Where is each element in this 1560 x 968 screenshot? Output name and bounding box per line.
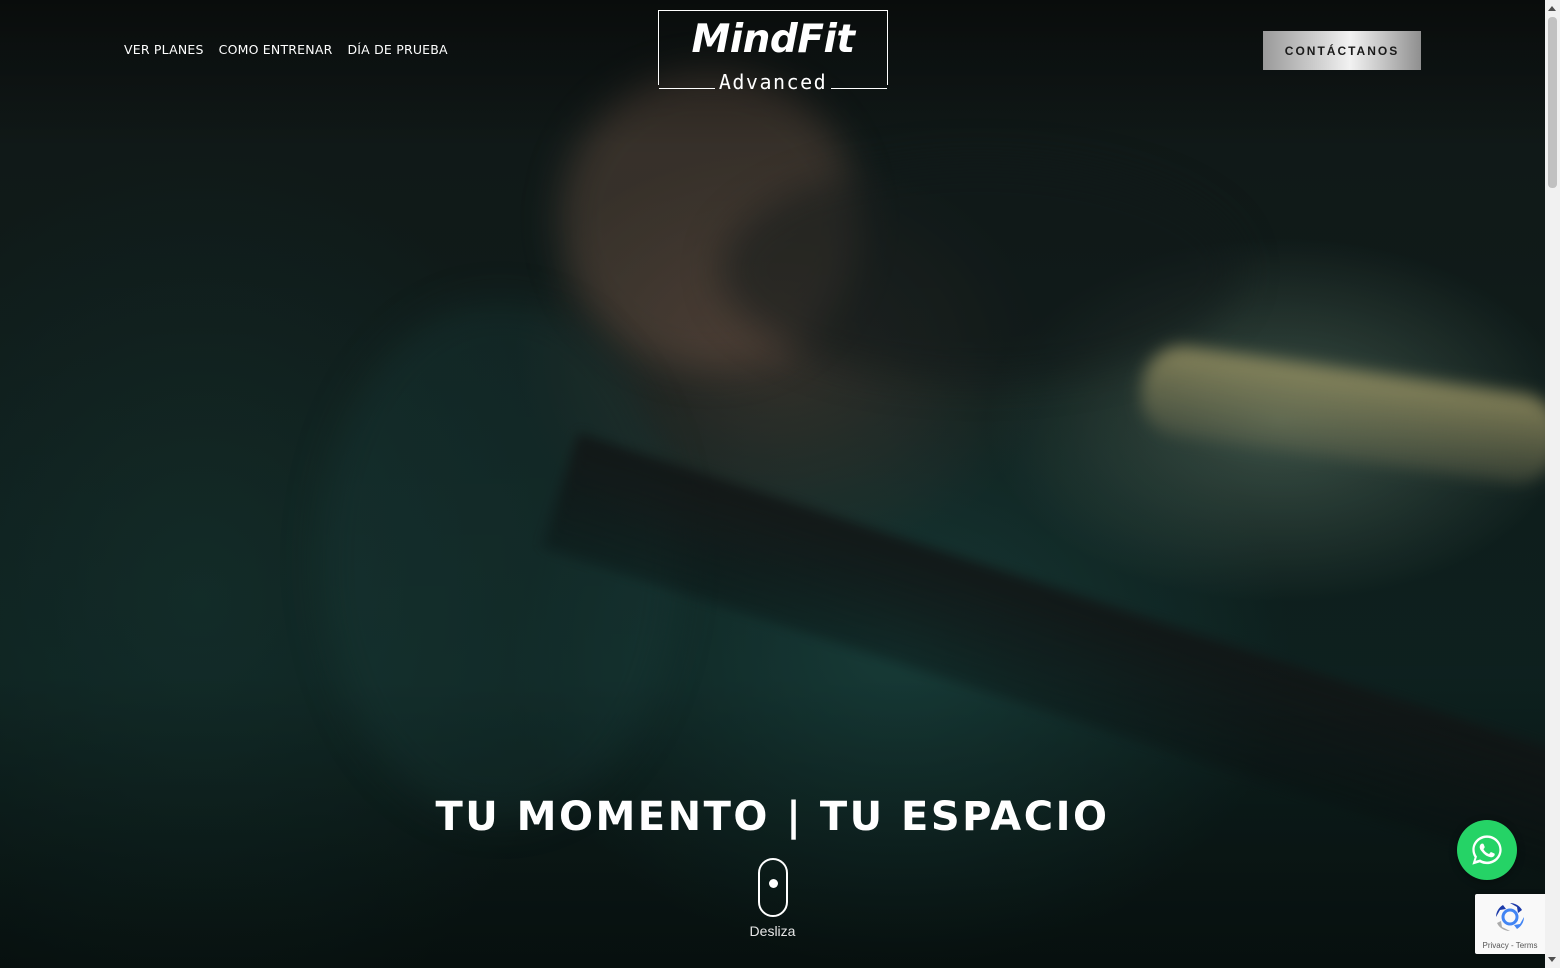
mouse-scroll-icon[interactable] — [758, 858, 788, 917]
recaptcha-badge[interactable]: Privacy - Terms — [1475, 894, 1545, 954]
main-nav: VER PLANES COMO ENTRENAR DÍA DE PRUEBA — [124, 42, 448, 57]
recaptcha-icon — [1496, 903, 1524, 932]
site-logo[interactable]: MindFit Advanced — [658, 10, 888, 94]
logo-sub-text: Advanced — [718, 70, 828, 94]
logo-brand: MindFit — [691, 17, 855, 62]
hero-headline: TU MOMENTO | TU ESPACIO — [435, 794, 1110, 840]
scroll-down-arrow-icon[interactable] — [1548, 957, 1556, 962]
contact-button[interactable]: CONTÁCTANOS — [1263, 31, 1421, 70]
whatsapp-icon — [1472, 835, 1502, 865]
logo-sub: Advanced — [659, 70, 887, 96]
scrollbar-thumb[interactable] — [1548, 17, 1557, 188]
scroll-up-arrow-icon[interactable] — [1548, 6, 1556, 11]
nav-como-entrenar[interactable]: COMO ENTRENAR — [219, 42, 333, 57]
recaptcha-links[interactable]: Privacy - Terms — [1475, 941, 1545, 950]
nav-ver-planes[interactable]: VER PLANES — [124, 42, 204, 57]
mouse-scroll-dot — [769, 879, 778, 888]
scroll-label: Desliza — [749, 923, 796, 939]
whatsapp-button[interactable] — [1457, 820, 1517, 880]
page-scrollbar[interactable] — [1545, 0, 1560, 968]
nav-dia-de-prueba[interactable]: DÍA DE PRUEBA — [347, 42, 447, 57]
